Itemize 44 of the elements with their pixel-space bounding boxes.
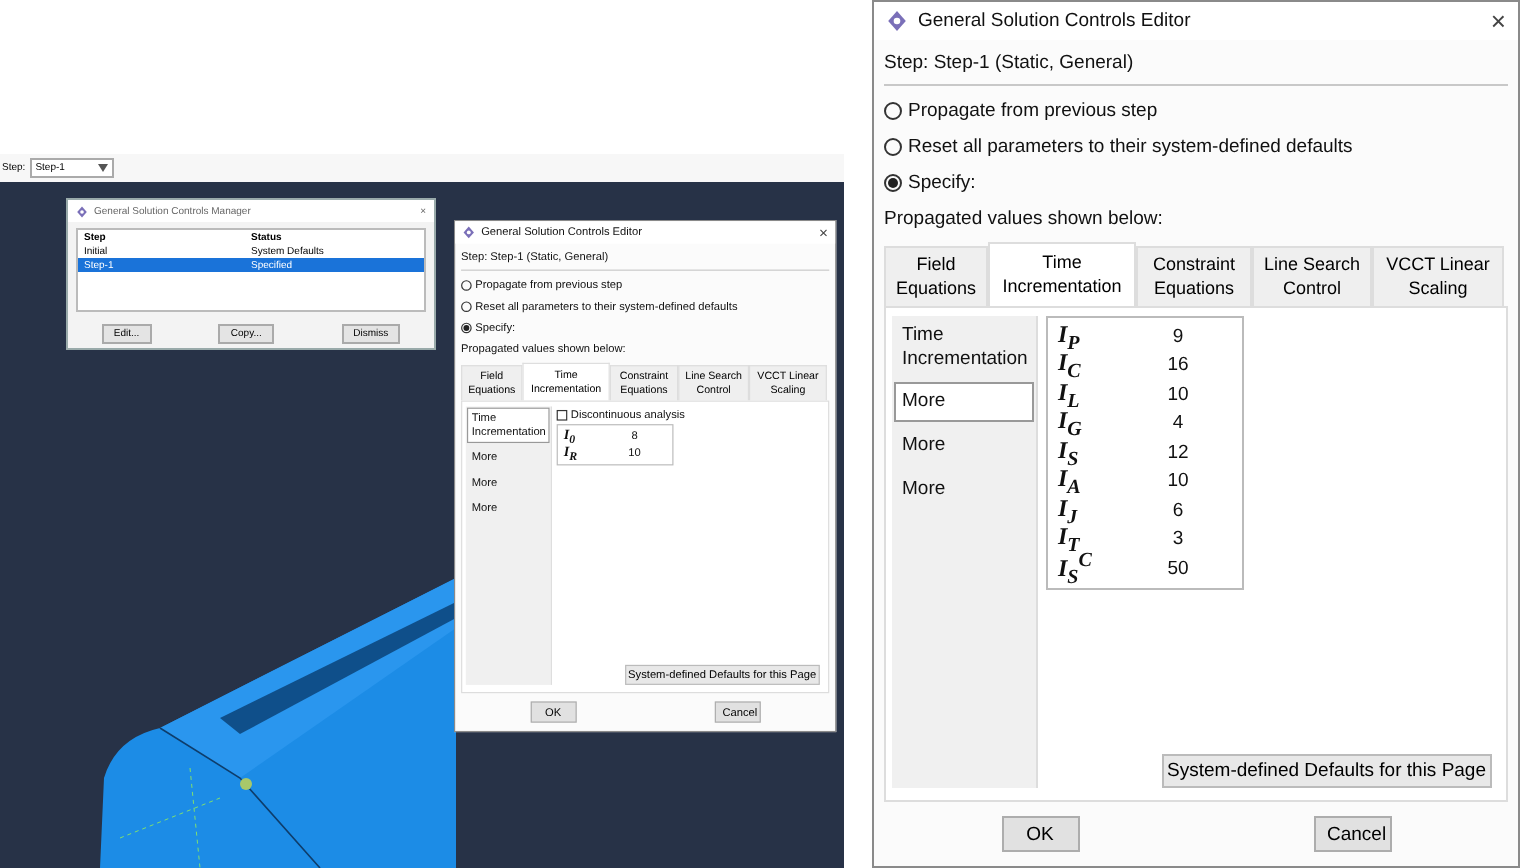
window-title: General Solution Controls Editor — [918, 10, 1193, 32]
parameter-value[interactable]: 3 — [1158, 528, 1198, 551]
close-button[interactable]: × — [1490, 6, 1506, 36]
option-label: Propagate from previous step — [908, 99, 1158, 121]
parameter-value[interactable]: 10 — [1158, 383, 1198, 406]
parameter-value[interactable]: 16 — [1158, 354, 1198, 377]
caret-icon — [97, 164, 108, 172]
dialog-button[interactable]: Cancel — [1313, 816, 1391, 852]
parameter-symbol: I$_{L}$ — [1056, 377, 1080, 412]
option-label: Specify: — [908, 171, 976, 193]
step-label: Step: Step-1 (Static, General) — [884, 51, 1134, 73]
radio-button[interactable] — [884, 137, 902, 155]
parameter-symbol: I$_{C}$ — [1056, 348, 1083, 383]
app-icon — [76, 205, 88, 217]
checkbox[interactable] — [556, 410, 568, 421]
radio-button[interactable] — [461, 322, 472, 333]
defaults-button[interactable]: System-defined Defaults for this Page — [1161, 754, 1492, 788]
parameter-symbol: I$_{T}$ — [1056, 522, 1080, 557]
tab[interactable]: VCCT Linear Scaling — [1372, 246, 1504, 306]
parameter-value[interactable]: 10 — [1158, 470, 1198, 493]
app-icon — [886, 10, 908, 32]
parameter-symbol: I$_{P}$ — [1056, 319, 1082, 354]
section-label: Propagated values shown below: — [884, 207, 1163, 229]
side-list-item[interactable]: More — [894, 425, 1034, 466]
parameter-symbol: I$_{J}$ — [1056, 493, 1080, 528]
dialog-button[interactable]: OK — [1001, 816, 1079, 852]
parameter-value[interactable]: 12 — [1158, 441, 1198, 464]
parameter-value[interactable]: 50 — [1158, 557, 1198, 580]
side-list-item[interactable]: More — [894, 381, 1034, 422]
parameter-value[interactable]: 4 — [1158, 412, 1198, 435]
parameter-symbol: I$_{A}$ — [1056, 464, 1083, 499]
radio-button[interactable] — [884, 173, 902, 191]
tab[interactable]: Time Incrementation — [988, 242, 1136, 306]
tab[interactable]: Constraint Equations — [1136, 246, 1252, 306]
parameter-value[interactable]: 6 — [1158, 499, 1198, 522]
parameter-value[interactable]: 9 — [1158, 325, 1198, 348]
side-list-item[interactable]: More — [894, 469, 1034, 510]
parameter-symbol: I$_{G}$ — [1056, 406, 1084, 441]
parameter-symbol: I$_{S}$ — [1056, 435, 1079, 470]
side-list-item[interactable]: Time Incrementation — [894, 318, 1034, 378]
radio-button[interactable] — [884, 101, 902, 119]
option-label: Reset all parameters to their system-defined defaults — [908, 135, 1353, 157]
tab[interactable]: Line Search Control — [1252, 246, 1372, 306]
tab[interactable]: Field Equations — [884, 246, 988, 306]
